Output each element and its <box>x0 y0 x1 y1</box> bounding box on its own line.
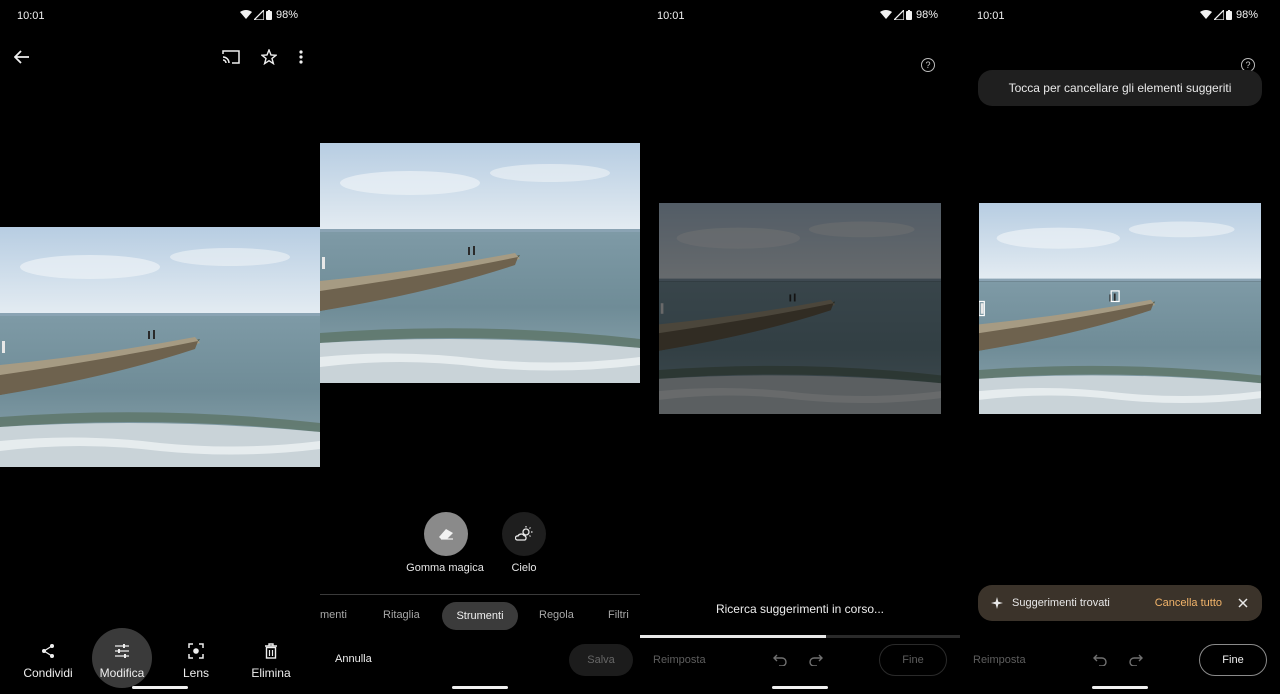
suggestions-panel: 10:01 98% ? Tocca per cancellare gli ele… <box>960 0 1280 694</box>
edit-label: Modifica <box>99 666 145 680</box>
sparkle-icon <box>990 596 1004 610</box>
suggestions-snackbar: Suggerimenti trovati Cancella tutto <box>978 585 1262 621</box>
battery-icon <box>905 10 912 20</box>
sky-label: Cielo <box>511 562 537 574</box>
status-icons: 98% <box>1199 9 1258 21</box>
close-icon[interactable] <box>1238 598 1248 608</box>
suggestions-found-text: Suggerimenti trovati <box>1012 597 1110 609</box>
tab-adjust[interactable]: Regola <box>539 609 574 621</box>
status-bar: 10:01 98% <box>0 0 320 32</box>
status-icons: 98% <box>879 9 938 21</box>
gesture-bar[interactable] <box>772 686 828 689</box>
photo-view-panel: 10:01 98% Condividi Modifica Lens Elimin… <box>0 0 320 694</box>
battery-icon <box>1225 10 1232 20</box>
share-button[interactable]: Condividi <box>13 640 83 680</box>
tab-filters[interactable]: Filtri <box>608 609 629 621</box>
tab-adjustments-partial[interactable]: menti <box>320 609 347 621</box>
undo-icon[interactable] <box>1091 651 1109 669</box>
status-icons: 98% <box>239 9 298 21</box>
redo-icon[interactable] <box>807 651 825 669</box>
help-icon[interactable]: ? <box>921 58 935 72</box>
cast-icon[interactable] <box>220 47 242 67</box>
searching-panel: 10:01 98% ? Ricerca suggerimenti in cors… <box>640 0 960 694</box>
save-button[interactable]: Salva <box>569 644 633 676</box>
gesture-bar[interactable] <box>132 686 188 689</box>
signal-icon <box>253 10 264 20</box>
undo-icon[interactable] <box>771 651 789 669</box>
battery-percent: 98% <box>1235 9 1258 21</box>
signal-icon <box>893 10 904 20</box>
status-bar: 10:01 98% <box>640 0 960 32</box>
lens-icon <box>161 640 231 662</box>
lens-button[interactable]: Lens <box>161 640 231 680</box>
delete-button[interactable]: Elimina <box>236 640 306 680</box>
tab-tools[interactable]: Strumenti <box>442 602 518 630</box>
back-arrow-icon[interactable] <box>12 47 32 67</box>
done-button[interactable]: Fine <box>1199 644 1267 676</box>
tooltip: Tocca per cancellare gli elementi sugger… <box>978 70 1262 106</box>
status-time: 10:01 <box>977 10 1005 22</box>
tab-crop[interactable]: Ritaglia <box>383 609 420 621</box>
battery-icon <box>265 10 272 20</box>
photo[interactable] <box>0 227 320 467</box>
lens-label: Lens <box>182 666 210 680</box>
gesture-bar[interactable] <box>452 686 508 689</box>
magic-eraser-button[interactable] <box>424 512 468 556</box>
share-label: Condividi <box>23 666 73 680</box>
reset-button[interactable]: Reimposta <box>653 654 706 666</box>
gesture-bar[interactable] <box>1092 686 1148 689</box>
photo-dimmed <box>659 203 941 414</box>
more-vert-icon[interactable] <box>292 47 310 67</box>
done-button[interactable]: Fine <box>879 644 947 676</box>
sky-icon <box>515 526 533 541</box>
status-time: 10:01 <box>17 10 45 22</box>
battery-percent: 98% <box>915 9 938 21</box>
cancel-button[interactable]: Annulla <box>335 653 372 665</box>
share-icon <box>13 640 83 662</box>
progress-fill <box>640 635 826 638</box>
toolbar-divider <box>320 594 640 595</box>
redo-icon[interactable] <box>1127 651 1145 669</box>
clear-all-button[interactable]: Cancella tutto <box>1155 597 1222 609</box>
wifi-icon <box>879 10 892 19</box>
wifi-icon <box>239 10 252 19</box>
sky-button[interactable] <box>502 512 546 556</box>
eraser-icon <box>439 529 453 540</box>
signal-icon <box>1213 10 1224 20</box>
tune-icon <box>87 640 157 662</box>
photo[interactable] <box>320 143 640 383</box>
delete-label: Elimina <box>251 666 291 680</box>
wifi-icon <box>1199 10 1212 19</box>
photo[interactable] <box>979 203 1261 414</box>
progress-bar <box>640 635 960 638</box>
tools-panel: Gomma magica Cielo menti Ritaglia Strume… <box>320 0 640 694</box>
trash-icon <box>236 640 306 662</box>
battery-percent: 98% <box>275 9 298 21</box>
star-icon[interactable] <box>258 47 280 67</box>
edit-button[interactable]: Modifica <box>87 640 157 680</box>
status-bar: 10:01 98% <box>960 0 1280 32</box>
status-time: 10:01 <box>657 10 685 22</box>
searching-suggestions-text: Ricerca suggerimenti in corso... <box>715 602 885 616</box>
reset-button[interactable]: Reimposta <box>973 654 1026 666</box>
